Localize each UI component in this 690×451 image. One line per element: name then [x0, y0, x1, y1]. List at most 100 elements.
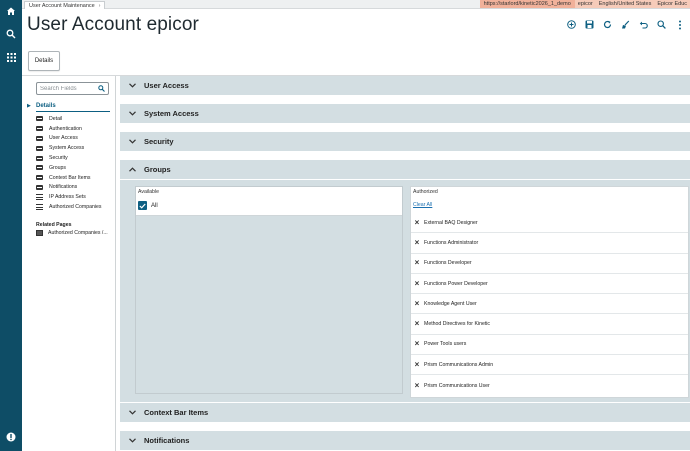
available-list: Available All — [135, 186, 403, 216]
main-content: User Access System Access Security Group… — [120, 76, 690, 451]
groups-panel: Available All Authorized Clear All × Exte… — [120, 180, 690, 402]
card-icon — [36, 135, 43, 141]
home-icon[interactable] — [0, 4, 22, 18]
refresh-icon[interactable] — [603, 20, 612, 29]
authorized-list: × External BAQ Designer × Functions Admini… — [411, 213, 688, 396]
card-icon — [36, 175, 43, 181]
all-checkbox[interactable] — [138, 201, 147, 210]
overflow-menu-icon[interactable] — [675, 20, 684, 29]
env-edition[interactable]: Epicor Educ — [654, 0, 690, 8]
nav-item-label: Groups — [49, 164, 67, 171]
nav-item-notifications[interactable]: Notifications — [36, 183, 114, 193]
authorized-item: × Prism Communications Admin — [411, 355, 688, 376]
card-icon — [36, 184, 43, 190]
nav-item-user-access[interactable]: User Access — [36, 134, 114, 144]
remove-icon[interactable]: × — [414, 299, 420, 308]
section-system-access[interactable]: System Access — [120, 104, 690, 123]
nav-section-title[interactable]: Details — [36, 103, 56, 109]
search-icon[interactable] — [657, 20, 666, 29]
apps-grid-icon[interactable] — [0, 50, 22, 64]
tab-chevron-icon[interactable]: › — [99, 2, 101, 10]
nav-item-label: System Access — [49, 145, 85, 152]
nav-item-security[interactable]: Security — [36, 153, 114, 163]
add-icon[interactable] — [567, 20, 576, 29]
chevron-down-icon[interactable] — [120, 410, 144, 415]
nav-item-groups[interactable]: Groups — [36, 163, 114, 173]
nav-item-context-bar-items[interactable]: Context Bar Items — [36, 173, 114, 183]
remove-icon[interactable]: × — [414, 218, 420, 227]
section-label: User Access — [144, 81, 189, 90]
search-icon[interactable] — [0, 27, 22, 41]
section-security[interactable]: Security — [120, 132, 690, 151]
env-company[interactable]: epicor — [574, 0, 596, 8]
chevron-up-icon[interactable] — [120, 167, 144, 172]
remove-icon[interactable]: × — [414, 238, 420, 247]
nav-item-authorized-companies[interactable]: Authorized Companies — [36, 202, 114, 212]
page-toolbar — [567, 20, 684, 29]
section-label: Notifications — [144, 436, 190, 445]
nav-item-label: Security — [49, 155, 68, 162]
nav-item-authentication[interactable]: Authentication — [36, 124, 114, 134]
section-notifications[interactable]: Notifications — [120, 431, 690, 450]
save-icon[interactable] — [585, 20, 594, 29]
list-icon — [36, 194, 43, 201]
authorized-item-label: Prism Communications Admin — [424, 361, 494, 368]
nav-item-ip-address-sets[interactable]: IP Address Sets — [36, 192, 114, 202]
authorized-item-label: External BAQ Designer — [424, 219, 478, 226]
authorized-item: × External BAQ Designer — [411, 213, 688, 234]
chevron-down-icon[interactable] — [120, 111, 144, 116]
pages-icon — [36, 230, 43, 236]
nav-item-label: Notifications — [49, 184, 78, 191]
chevron-down-icon[interactable] — [120, 139, 144, 144]
remove-icon[interactable]: × — [414, 340, 420, 348]
authorized-item: × Prism Communications User — [411, 375, 688, 395]
environment-info: https://starlord/kinetic2026_1_demo epic… — [479, 0, 690, 8]
section-user-access[interactable]: User Access — [120, 76, 690, 95]
remove-icon[interactable]: × — [414, 279, 420, 288]
card-icon — [36, 116, 43, 122]
remove-icon[interactable]: × — [414, 320, 420, 328]
related-page-authorized-companies[interactable]: Authorized Companies /... — [36, 230, 108, 236]
all-label: All — [151, 202, 158, 209]
card-icon — [36, 165, 43, 171]
section-context-bar-items[interactable]: Context Bar Items — [120, 403, 690, 422]
search-icon[interactable] — [98, 85, 105, 92]
env-locale[interactable]: English/United States — [595, 0, 655, 8]
section-groups[interactable]: Groups — [120, 160, 690, 179]
authorized-item-label: Prism Communications User — [424, 382, 490, 389]
authorized-item-label: Power Tools users — [424, 341, 467, 348]
nav-list: Detail Authentication User Access System… — [36, 114, 114, 212]
undo-icon[interactable] — [639, 20, 648, 29]
all-checkbox-row[interactable]: All — [138, 201, 158, 210]
chevron-down-icon[interactable] — [120, 438, 144, 443]
authorized-item: × Method Directives for Kinetic — [411, 314, 688, 335]
card-icon — [36, 126, 43, 132]
help-icon[interactable] — [0, 430, 22, 444]
nav-item-label: User Access — [49, 135, 78, 142]
nav-item-label: Context Bar Items — [49, 174, 91, 181]
authorized-item-label: Functions Administrator — [424, 239, 479, 246]
nav-item-detail[interactable]: Detail — [36, 114, 114, 124]
remove-icon[interactable]: × — [414, 381, 420, 390]
authorized-item: × Power Tools users — [411, 335, 688, 356]
authorized-item: × Knowledge Agent User — [411, 294, 688, 315]
details-button[interactable]: Details — [28, 51, 60, 71]
available-groups: Available All — [135, 186, 403, 394]
card-icon — [36, 145, 43, 151]
nav-item-system-access[interactable]: System Access — [36, 143, 114, 153]
app-tab[interactable]: User Account Maintenance › — [24, 1, 106, 10]
authorized-item: × Functions Developer — [411, 254, 688, 274]
clear-icon[interactable] — [621, 20, 630, 29]
available-header: Available — [138, 189, 159, 195]
card-icon — [36, 155, 43, 161]
side-navigation: ▶ Details Detail Authentication User Acc… — [22, 76, 116, 451]
remove-icon[interactable]: × — [414, 259, 420, 267]
left-rail — [0, 0, 22, 451]
remove-icon[interactable]: × — [414, 360, 420, 369]
chevron-down-icon[interactable] — [120, 83, 144, 88]
clear-all-link[interactable]: Clear All — [413, 202, 432, 208]
search-fields-input[interactable] — [40, 85, 98, 92]
available-frame — [135, 186, 403, 394]
search-fields-box[interactable] — [36, 82, 109, 95]
caret-right-icon[interactable]: ▶ — [27, 103, 31, 109]
